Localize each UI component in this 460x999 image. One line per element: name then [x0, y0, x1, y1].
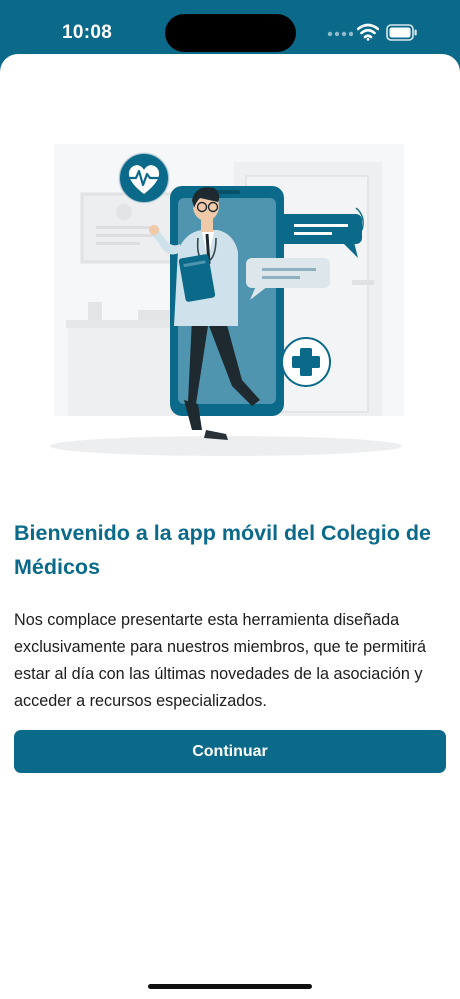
welcome-title: Bienvenido a la app móvil del Colegio de… [14, 521, 431, 579]
signal-icon [327, 31, 353, 37]
status-bar: 10:08 [0, 0, 460, 62]
status-time: 10:08 [62, 22, 113, 43]
battery-icon [386, 24, 417, 41]
doctor-illustration [50, 144, 404, 456]
welcome-description: Nos complace presentarte esta herramient… [14, 611, 427, 710]
home-indicator[interactable] [148, 984, 312, 989]
continue-button[interactable]: Continuar [14, 730, 446, 773]
wifi-icon [357, 23, 379, 41]
onboarding-sheet: Bienvenido a la app móvil del Colegio de… [0, 54, 460, 999]
dynamic-island [165, 14, 296, 52]
